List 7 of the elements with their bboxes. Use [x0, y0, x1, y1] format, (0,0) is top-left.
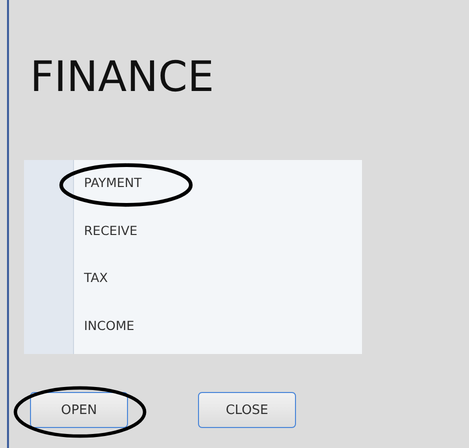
menu-item[interactable]: PAYMENT	[84, 175, 142, 190]
menu-item[interactable]: INCOME	[84, 318, 134, 332]
close-button[interactable]: CLOSE	[198, 392, 296, 428]
open-button[interactable]: OPEN	[30, 392, 128, 428]
menu-item[interactable]: TAX	[84, 270, 108, 285]
menu-item[interactable]: RECEIVE	[84, 222, 138, 238]
window-title: FINANCE	[30, 52, 215, 102]
